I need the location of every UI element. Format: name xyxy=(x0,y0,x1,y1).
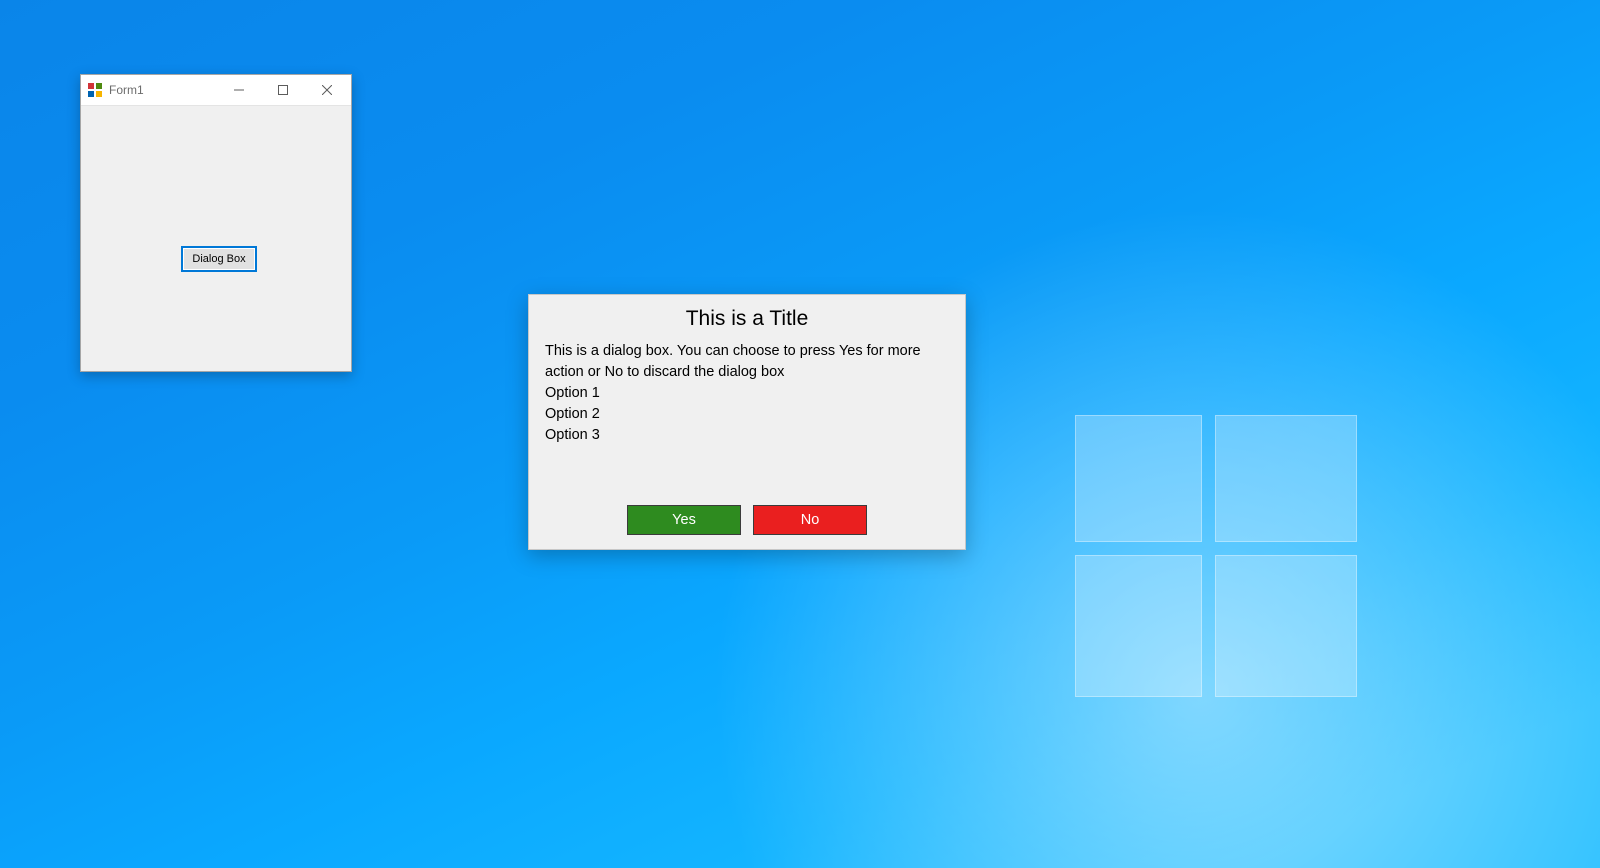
no-button[interactable]: No xyxy=(753,505,867,535)
close-button[interactable] xyxy=(305,75,349,105)
dialog-button-row: Yes No xyxy=(529,505,965,535)
dialog-option-3: Option 3 xyxy=(545,425,949,446)
message-dialog: This is a Title This is a dialog box. Yo… xyxy=(528,294,966,550)
dialog-box-button[interactable]: Dialog Box xyxy=(181,246,257,272)
dialog-option-1: Option 1 xyxy=(545,383,949,404)
dialog-body: This is a dialog box. You can choose to … xyxy=(545,341,949,446)
desktop-wallpaper: Form1 Dialog Box This is a Title This is… xyxy=(0,0,1600,868)
yes-button[interactable]: Yes xyxy=(627,505,741,535)
form1-titlebar[interactable]: Form1 xyxy=(81,75,351,106)
dialog-message: This is a dialog box. You can choose to … xyxy=(545,341,949,383)
app-icon xyxy=(87,82,103,98)
minimize-button[interactable] xyxy=(217,75,261,105)
form1-client-area: Dialog Box xyxy=(81,106,351,372)
maximize-button[interactable] xyxy=(261,75,305,105)
form1-window: Form1 Dialog Box xyxy=(80,74,352,372)
form1-title: Form1 xyxy=(109,83,217,97)
dialog-title: This is a Title xyxy=(529,307,965,331)
dialog-option-2: Option 2 xyxy=(545,404,949,425)
windows-logo xyxy=(1075,415,1355,695)
